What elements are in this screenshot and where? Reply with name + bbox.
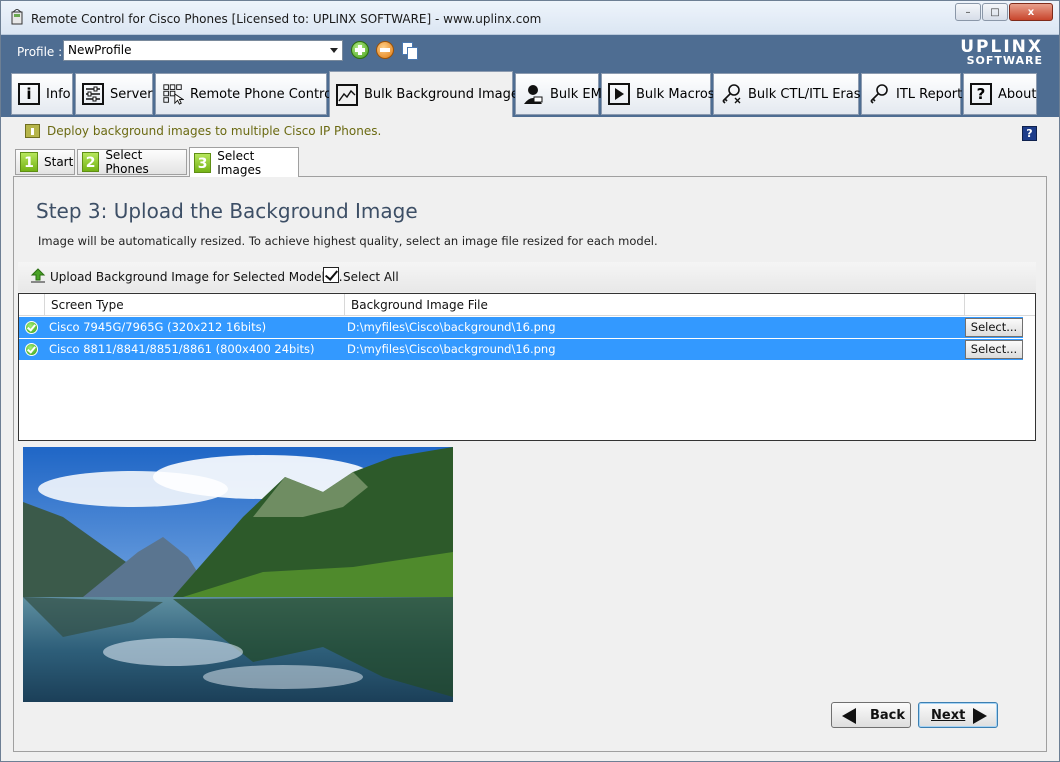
tab-itl-report[interactable]: ITL Report (861, 73, 962, 115)
macro-play-icon (608, 83, 630, 105)
tab-bulk-background-images[interactable]: Bulk Background Images (329, 71, 526, 117)
image-file-cell: D:\myfiles\Cisco\background\16.png (347, 342, 556, 356)
upload-icon (30, 268, 46, 283)
tab-info[interactable]: i Info (11, 73, 73, 115)
key-erase-icon (720, 83, 742, 105)
step-description: Image will be automatically resized. To … (38, 234, 658, 248)
table-row[interactable]: Cisco 7945G/7965G (320x212 16bits) D:\my… (19, 317, 1023, 338)
column-header-background-file[interactable]: Background Image File (345, 294, 965, 316)
column-header-screen-type[interactable]: Screen Type (45, 294, 345, 316)
tab-bulk-macros[interactable]: Bulk Macros (601, 73, 715, 115)
add-profile-button[interactable] (351, 41, 369, 59)
screen-type-table: Screen Type Background Image File Cisco … (18, 293, 1036, 441)
minimize-button[interactable]: – (955, 3, 981, 21)
title-bar[interactable]: Remote Control for Cisco Phones [License… (1, 1, 1059, 35)
info-icon (25, 124, 40, 138)
check-ok-icon (25, 321, 38, 334)
help-icon[interactable]: ? (1022, 126, 1037, 141)
profile-dropdown[interactable]: NewProfile (63, 40, 343, 61)
step-number: 3 (194, 152, 212, 173)
image-chart-icon (336, 83, 358, 106)
page-title: Step 3: Upload the Background Image (36, 199, 418, 223)
minus-icon (380, 48, 390, 52)
uplinx-logo: UPLINX SOFTWARE (960, 37, 1043, 67)
tab-server[interactable]: Server (75, 73, 153, 115)
background-image-preview (23, 447, 453, 702)
hint-text: Deploy background images to multiple Cis… (47, 124, 382, 138)
app-phone-icon (11, 9, 23, 25)
select-all-label[interactable]: Select All (343, 270, 399, 284)
tab-remote-phone-control[interactable]: Remote Phone Control (155, 73, 336, 115)
close-button[interactable]: x (1009, 3, 1053, 21)
back-button[interactable]: Back (831, 702, 911, 728)
image-file-cell: D:\myfiles\Cisco\background\16.png (347, 320, 556, 334)
screen-type-cell: Cisco 8811/8841/8851/8861 (800x400 24bit… (49, 342, 315, 356)
step-tab-select-images[interactable]: 3 Select Images (189, 147, 299, 177)
tab-bulk-em[interactable]: Bulk EM (515, 73, 602, 115)
profile-label: Profile : (17, 45, 63, 59)
profile-value: NewProfile (68, 43, 132, 57)
step-tab-select-phones[interactable]: 2 Select Phones (77, 148, 187, 176)
upload-images-button[interactable]: Upload Background Image for Selected Mod… (50, 270, 343, 284)
arrow-right-icon (973, 708, 987, 724)
main-tab-bar: i Info Server Remote Phone Control Bulk … (1, 71, 1059, 117)
copy-profile-button[interactable] (401, 41, 419, 61)
user-icon (522, 83, 544, 105)
screen-type-cell: Cisco 7945G/7965G (320x212 16bits) (49, 320, 267, 334)
next-button[interactable]: Next (918, 702, 998, 728)
chevron-down-icon (330, 48, 338, 53)
profile-header: Profile : NewProfile UPLINX SOFTWARE (1, 35, 1059, 71)
step-number: 1 (20, 152, 38, 172)
select-all-checkbox[interactable] (323, 267, 339, 283)
table-row[interactable]: Cisco 8811/8841/8851/8861 (800x400 24bit… (19, 339, 1023, 360)
remove-profile-button[interactable] (376, 41, 394, 59)
table-header: Screen Type Background Image File (19, 294, 1035, 316)
maximize-button[interactable]: □ (982, 3, 1008, 21)
tab-bulk-ctl-itl-erase[interactable]: Bulk CTL/ITL Erase (713, 73, 869, 115)
arrow-left-icon (842, 708, 856, 724)
window-title: Remote Control for Cisco Phones [License… (31, 12, 542, 26)
app-window: Remote Control for Cisco Phones [License… (0, 0, 1060, 762)
step-panel: Step 3: Upload the Background Image Imag… (13, 176, 1047, 752)
check-ok-icon (25, 343, 38, 356)
step-tab-start[interactable]: 1 Start (15, 149, 75, 175)
tab-about[interactable]: ? About (963, 73, 1037, 115)
info-icon: i (18, 83, 40, 105)
select-image-button[interactable]: Select... (965, 318, 1023, 337)
key-icon (868, 83, 890, 105)
server-settings-icon (82, 83, 104, 105)
select-image-button[interactable]: Select... (965, 340, 1023, 359)
grid-toolbar: Upload Background Image for Selected Mod… (18, 262, 1036, 292)
question-icon: ? (970, 83, 992, 105)
keypad-icon (162, 83, 184, 105)
step-number: 2 (82, 152, 100, 172)
